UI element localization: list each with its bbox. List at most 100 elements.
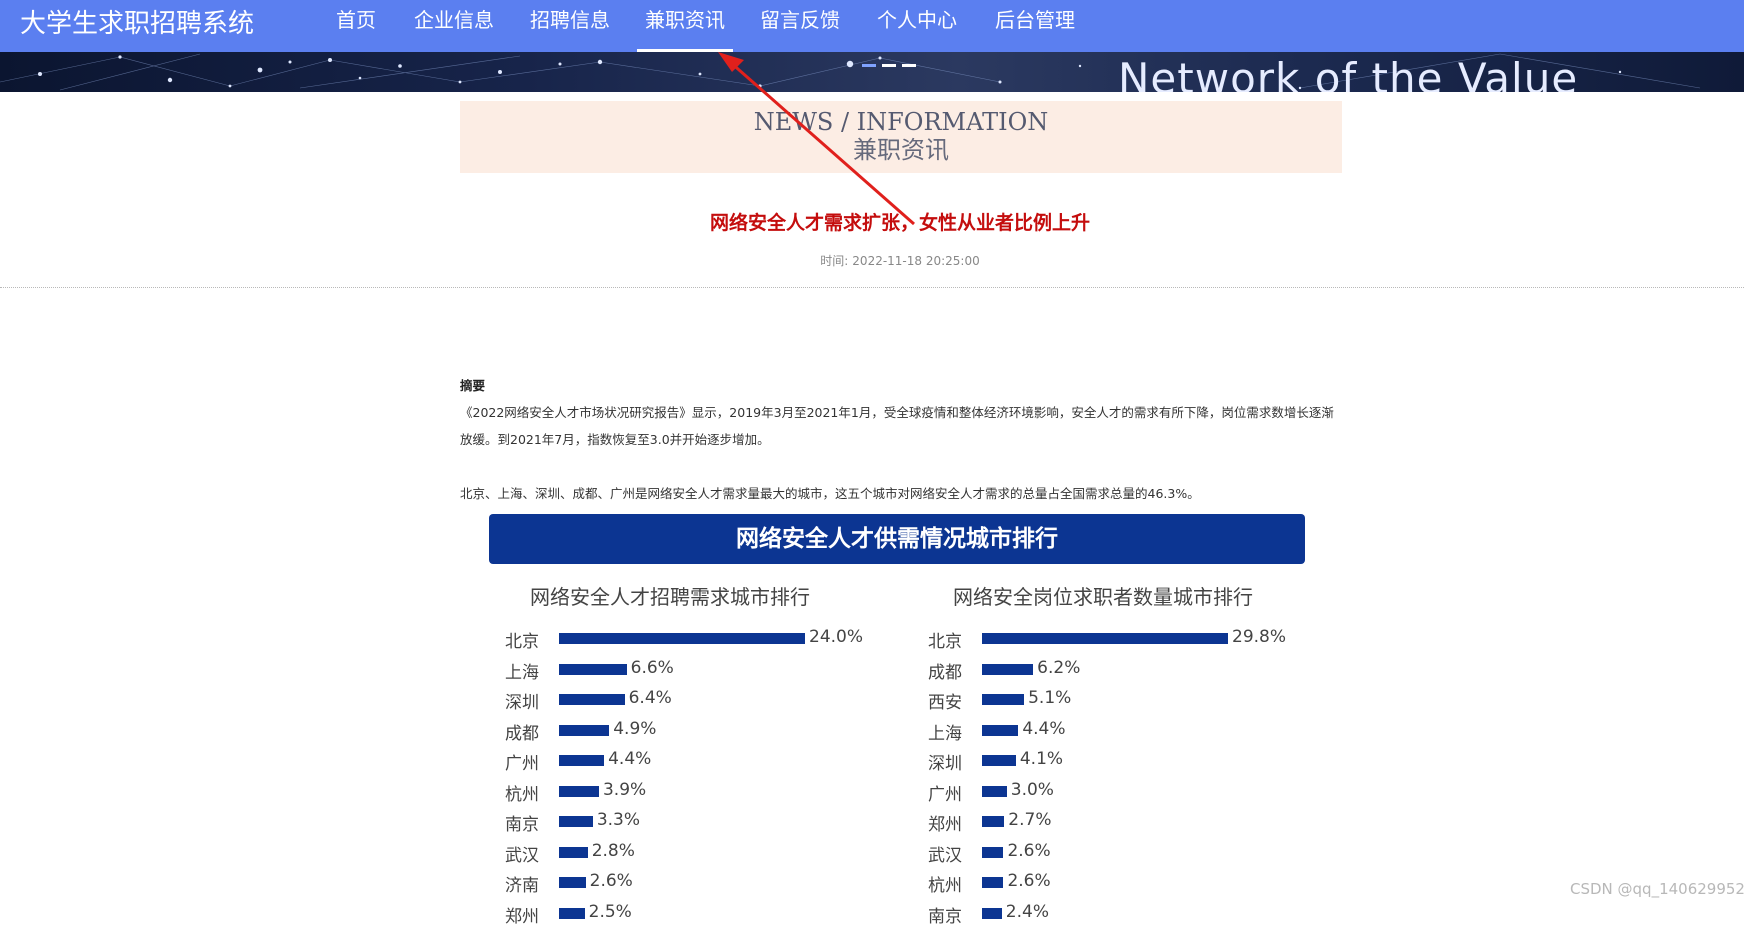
bar-row: 郑州 2.5% (505, 898, 925, 928)
article-time: 时间: 2022-11-18 20:25:00 (0, 252, 1744, 270)
bar (982, 694, 1025, 705)
bar-value-label: 5.1% (1028, 688, 1072, 708)
bar-row: 深圳 4.1% (928, 745, 1348, 775)
nav-feedback[interactable]: 留言反馈 (760, 0, 840, 52)
bar-row: 成都 6.2% (928, 654, 1348, 684)
bar-row: 上海 6.6% (505, 654, 925, 684)
bar-category-label: 南京 (928, 906, 962, 927)
bar-row: 广州 3.0% (928, 776, 1348, 806)
bar-category-label: 成都 (505, 723, 539, 744)
bar-value-label: 3.3% (596, 810, 641, 830)
nav-parttime-news[interactable]: 兼职资讯 (637, 0, 733, 52)
bar-value-label: 4.1% (1019, 749, 1064, 769)
bar (559, 877, 586, 888)
slider-indicator[interactable] (862, 64, 916, 67)
bar (982, 877, 1004, 888)
nav-user-center[interactable]: 个人中心 (877, 0, 957, 52)
bar-row: 济南 2.6% (505, 867, 925, 897)
bar-category-label: 济南 (505, 876, 539, 896)
bar (982, 633, 1228, 644)
bar (559, 907, 585, 919)
bar (982, 663, 1034, 675)
bar-value-label: 24.0% (809, 627, 864, 647)
bar-category-label: 上海 (505, 662, 539, 683)
bar-category-label: 上海 (928, 723, 962, 744)
infographic-title: 网络安全人才供需情况城市排行 (489, 514, 1305, 564)
bar-category-label: 成都 (928, 662, 962, 683)
bar-value-label: 4.4% (608, 749, 652, 769)
article-title: 网络安全人才需求扩张，女性从业者比例上升 (709, 212, 1090, 234)
bar-row: 武汉 2.6% (928, 837, 1348, 867)
article-paragraph: 北京、上海、深圳、成都、广州是网络安全人才需求量最大的城市，这五个城市对网络安全… (460, 486, 1200, 501)
site-title[interactable]: 大学生求职招聘系统 (20, 6, 254, 42)
bar-value-label: 4.4% (1022, 718, 1066, 739)
article-paragraph: 《2022网络安全人才市场状况研究报告》显示，2019年3月至2021年1月，受… (460, 405, 1334, 447)
bar (982, 785, 1007, 797)
bar-value-label: 2.8% (591, 840, 635, 861)
bar-row: 西安 5.1% (928, 684, 1348, 714)
bar-value-label: 4.9% (613, 718, 657, 739)
bar-value-label: 6.6% (630, 657, 674, 678)
bar-row: 深圳 6.4% (505, 684, 925, 714)
time-label: 时间: (820, 254, 849, 268)
bar-value-label: 2.7% (1008, 810, 1052, 830)
bar (982, 755, 1016, 766)
bar (982, 724, 1019, 736)
bar-value-label: 6.4% (628, 688, 672, 708)
bar-row: 郑州 2.7% (928, 806, 1348, 836)
bar-value-label: 6.2% (1037, 657, 1081, 678)
bar (982, 816, 1005, 827)
chart-title-seekers: 网络安全岗位求职者数量城市排行 (953, 585, 1253, 609)
bar-value-label: 29.8% (1232, 627, 1287, 647)
bar-row: 上海 4.4% (928, 715, 1348, 745)
bar-category-label: 武汉 (928, 845, 962, 866)
bar-row: 杭州 2.6% (928, 867, 1348, 897)
bar-category-label: 深圳 (505, 693, 539, 713)
section-header: NEWS / INFORMATION 兼职资讯 (460, 101, 1342, 173)
bar (559, 724, 610, 736)
nav-jobs[interactable]: 招聘信息 (530, 0, 610, 52)
bar (982, 907, 1002, 919)
article-body: 摘要 《2022网络安全人才市场状况研究报告》显示，2019年3月至2021年1… (460, 372, 1340, 507)
banner-slogan: Network of the Value (1118, 54, 1579, 93)
bar-category-label: 杭州 (928, 876, 962, 896)
bar (559, 846, 588, 858)
infographic-image: 网络安全人才供需情况城市排行 网络安全人才招聘需求城市排行 网络安全岗位求职者数… (469, 505, 1333, 927)
chart-title-demand: 网络安全人才招聘需求城市排行 (530, 585, 810, 609)
bar-row: 南京 3.3% (505, 806, 925, 836)
bar-value-label: 2.6% (589, 871, 633, 891)
bar-category-label: 西安 (928, 693, 962, 713)
bar-row: 成都 4.9% (505, 715, 925, 745)
section-title-cn: 兼职资讯 (853, 136, 949, 164)
bar-category-label: 武汉 (505, 845, 539, 866)
bar-category-label: 北京 (928, 632, 962, 652)
bar-value-label: 2.6% (1007, 840, 1051, 861)
bar-category-label: 广州 (505, 754, 539, 774)
bar-category-label: 郑州 (505, 906, 539, 927)
bar (559, 694, 625, 705)
top-nav: 大学生求职招聘系统 首页 企业信息 招聘信息 兼职资讯 留言反馈 个人中心 后台… (0, 0, 1744, 52)
slider-dot[interactable] (882, 64, 896, 67)
bar (559, 816, 593, 827)
section-title-en: NEWS / INFORMATION (753, 108, 1049, 136)
slider-dot[interactable] (862, 64, 876, 67)
nav-home[interactable]: 首页 (336, 0, 376, 52)
watermark: CSDN @qq_1406299528 (1570, 880, 1744, 898)
nav-admin[interactable]: 后台管理 (995, 0, 1075, 52)
nav-companies[interactable]: 企业信息 (414, 0, 494, 52)
bar-category-label: 北京 (505, 632, 539, 652)
bar-category-label: 郑州 (928, 815, 962, 835)
bar-row: 北京 24.0% (505, 623, 925, 653)
bar-row: 武汉 2.8% (505, 837, 925, 867)
bar (982, 846, 1004, 858)
bar-category-label: 广州 (928, 784, 962, 805)
abstract-heading: 摘要 (460, 378, 486, 393)
bar-category-label: 南京 (505, 815, 539, 835)
hero-banner: Network of the Value (0, 52, 1744, 92)
bar-row: 北京 29.8% (928, 623, 1348, 653)
slider-dot[interactable] (902, 64, 916, 67)
bar-category-label: 深圳 (928, 754, 962, 774)
bar (559, 633, 805, 644)
bar-row: 广州 4.4% (505, 745, 925, 775)
bar (559, 663, 627, 675)
